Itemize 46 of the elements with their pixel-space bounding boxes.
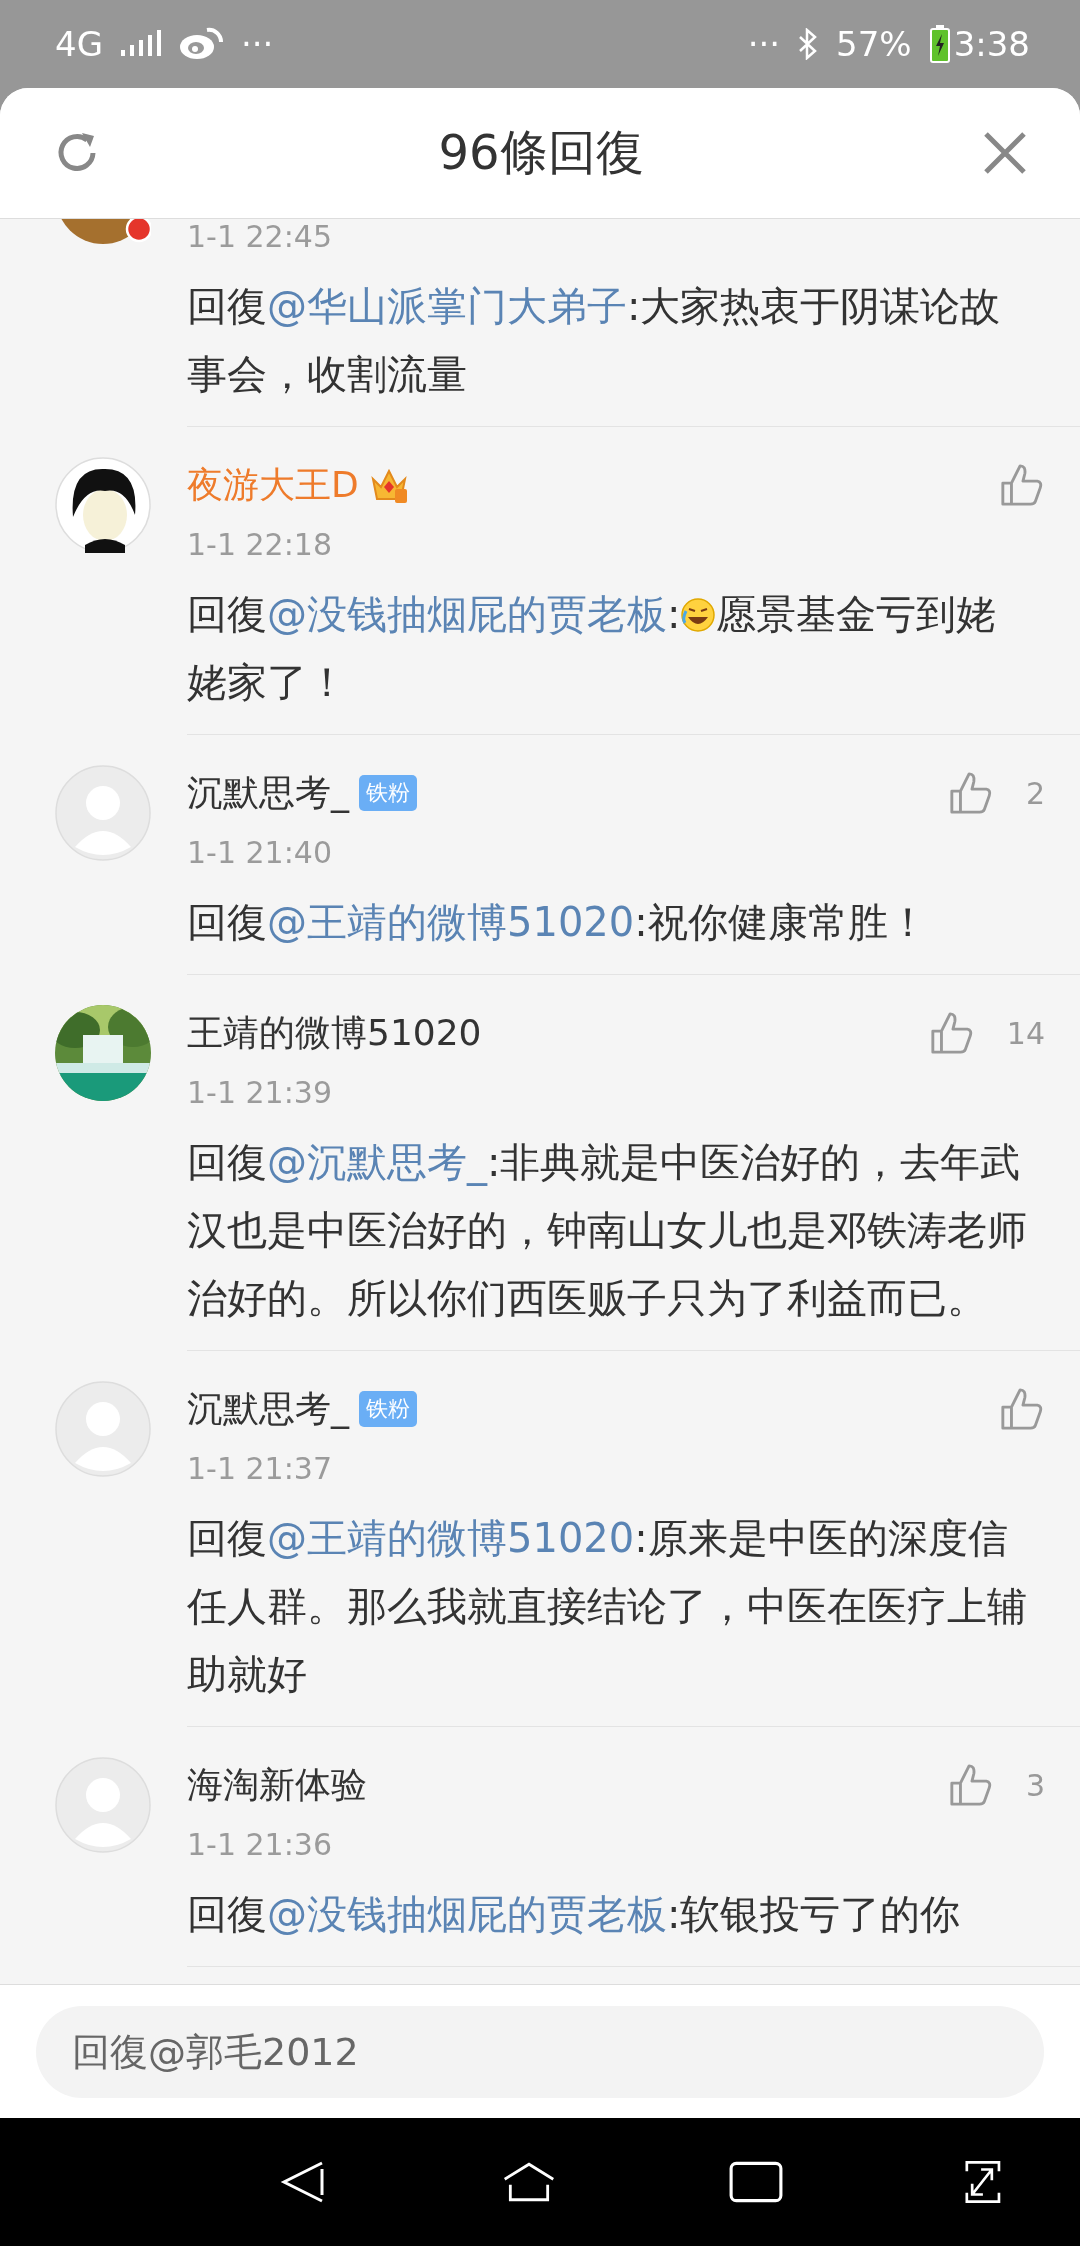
user-name[interactable]: 王靖的微博51020 [187, 1008, 482, 1058]
thumbs-up-icon[interactable] [947, 1762, 994, 1808]
mention-link[interactable]: @没钱抽烟屁的贾老板 [267, 1891, 667, 1937]
mention-link[interactable]: @华山派掌门大弟子 [267, 283, 627, 329]
more-indicator: ··· [241, 24, 274, 64]
comment-time: 1-1 22:45 [187, 219, 333, 256]
fan-badge: 铁粉 [359, 775, 417, 811]
network-type: 4G [55, 24, 103, 64]
comment-text: 回復@没钱抽烟屁的贾老板: 愿景基金亏到姥姥家了！ [187, 590, 998, 707]
like-count: 2 [1025, 775, 1045, 811]
comment-time: 1-1 21:36 [187, 1826, 333, 1864]
mention-link[interactable]: @沉默思考_ [267, 1139, 487, 1185]
avatar-figure[interactable] [55, 457, 151, 553]
comment-text: 回復@王靖的微博51020:原来是中医的深度信任人群。那么我就直接结论了，中医在医疗上辅助就好 [187, 1514, 1028, 1699]
mention-link[interactable]: @王靖的微博51020 [267, 1515, 635, 1561]
comment-text: 回復@沉默思考_:非典就是中医治好的，去年武汉也是中医治好的，钟南山女儿也是邓铁涛老师治好的。所以你们西医贩子只为了利益而已。 [187, 1138, 1028, 1323]
laughing-crying-emoji-icon [680, 597, 717, 633]
bluetooth-icon [798, 28, 819, 60]
like-count: 3 [1025, 1767, 1045, 1803]
thumbs-up-icon[interactable] [928, 1010, 975, 1056]
comment-time: 1-1 21:37 [187, 1450, 333, 1488]
user-name[interactable]: 沉默思考_ [187, 768, 349, 818]
user-name[interactable]: 夜游大王D [187, 460, 359, 510]
battery-percent: 57% [836, 24, 912, 64]
comment-text: 回復@华山派掌门大弟子:大家热衷于阴谋论故事会，收割流量 [187, 282, 1002, 399]
comment-time: 1-1 21:40 [187, 834, 333, 872]
sheet-title: 96條回復 [437, 123, 645, 182]
comment-time: 1-1 21:39 [187, 1074, 333, 1112]
reply-input[interactable]: 回復@郭毛2012 [36, 2005, 1044, 2098]
thumbs-up-icon[interactable] [999, 462, 1045, 508]
eye-logo-icon [179, 27, 223, 61]
comment-text: 回復@王靖的微博51020:祝你健康常胜！ [187, 898, 929, 947]
user-name[interactable]: 沉默思考_ [187, 1384, 349, 1434]
comment-text: 回復@没钱抽烟屁的贾老板:软银投亏了的你 [187, 1890, 962, 1939]
like-count: 14 [1006, 1015, 1045, 1051]
battery-icon [929, 25, 950, 63]
fan-badge: 铁粉 [359, 1391, 417, 1427]
clock: 3:38 [953, 24, 1030, 64]
user-name[interactable]: 海淘新体验 [187, 1760, 367, 1810]
more-indicator: ··· [747, 24, 781, 64]
mention-link[interactable]: @王靖的微博51020 [267, 899, 635, 945]
thumbs-up-icon[interactable] [999, 1386, 1045, 1432]
mention-link[interactable]: @没钱抽烟屁的贾老板 [267, 591, 667, 637]
comment-time: 1-1 22:18 [187, 526, 333, 564]
thumbs-up-icon[interactable] [947, 770, 994, 816]
signal-icon [121, 30, 161, 58]
